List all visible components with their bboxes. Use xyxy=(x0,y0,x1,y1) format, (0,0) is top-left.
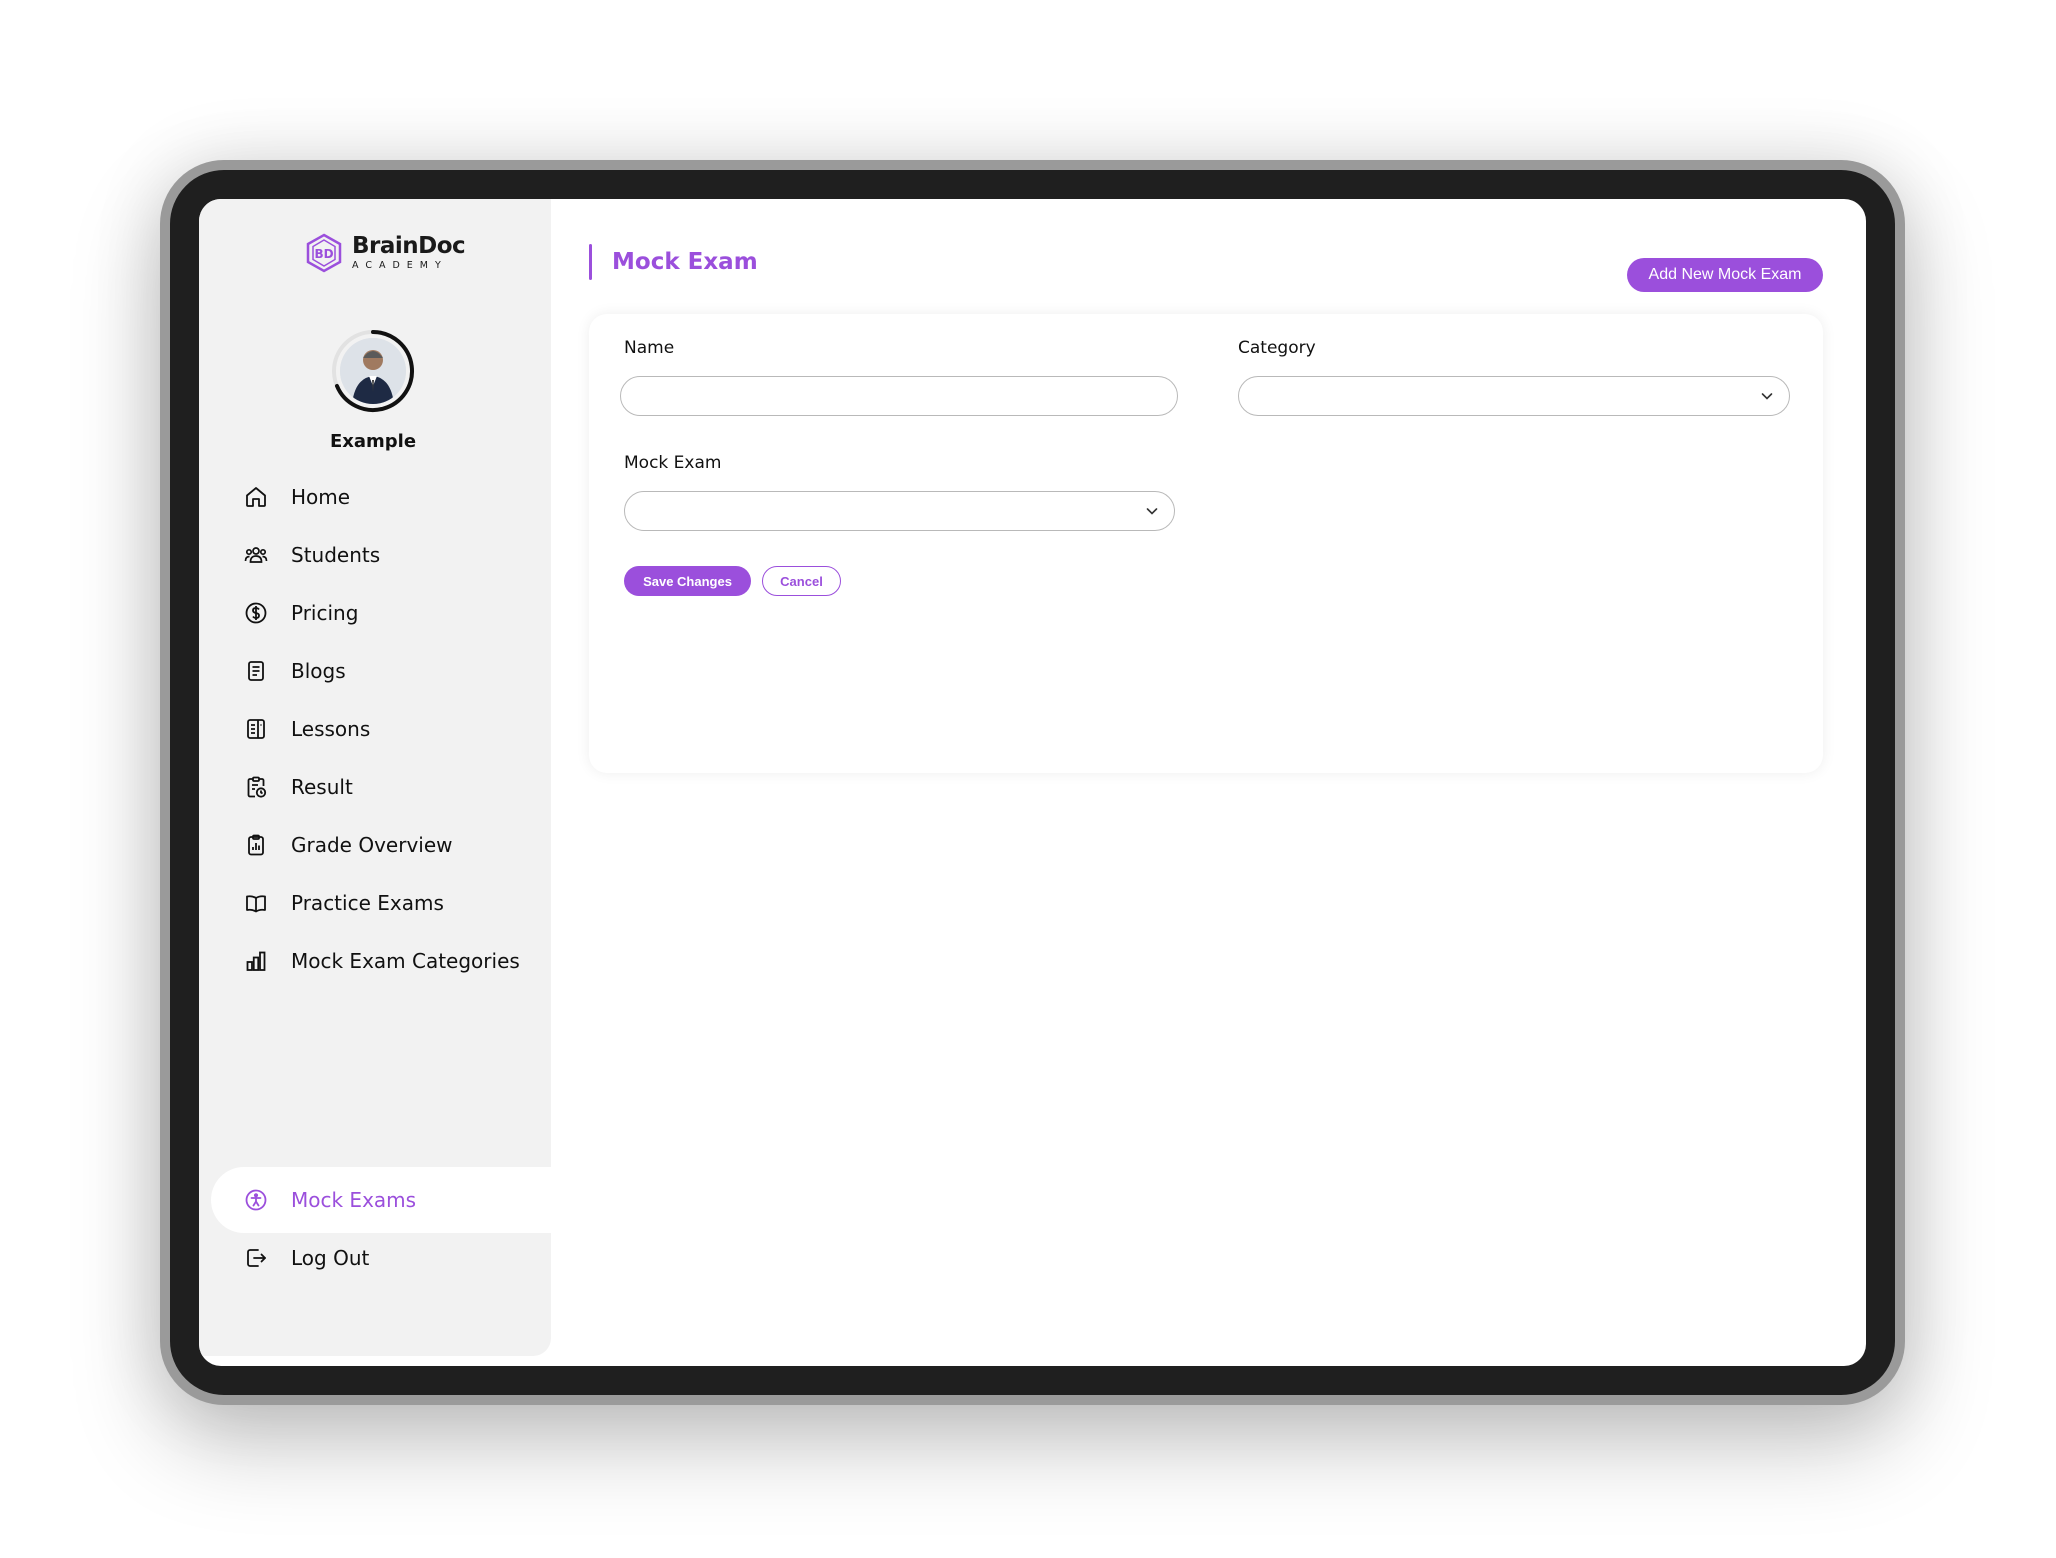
page-header: Mock Exam xyxy=(589,244,758,280)
name-input[interactable] xyxy=(620,376,1178,416)
sidebar-item-mock-exam-categories[interactable]: Mock Exam Categories xyxy=(243,939,543,983)
sidebar-item-label: Grade Overview xyxy=(291,833,453,857)
sidebar-item-label: Practice Exams xyxy=(291,891,444,915)
braindoc-logo-icon: BD xyxy=(306,233,342,273)
sidebar-item-home[interactable]: Home xyxy=(243,475,543,519)
app-screen: BD BrainDoc ACADEMY Example Home Student… xyxy=(199,199,1866,1366)
user-name: Example xyxy=(329,431,417,452)
sidebar-item-mock-exams[interactable]: Mock Exams xyxy=(243,1178,543,1222)
sidebar-item-result[interactable]: Result xyxy=(243,765,543,809)
brand-subtitle: ACADEMY xyxy=(352,260,448,272)
book-list-icon xyxy=(243,716,269,742)
mock-exam-select[interactable] xyxy=(624,491,1175,531)
add-new-mock-exam-button[interactable]: Add New Mock Exam xyxy=(1627,258,1823,292)
mock-exam-label: Mock Exam xyxy=(624,453,722,473)
sidebar-item-practice-exams[interactable]: Practice Exams xyxy=(243,881,543,925)
home-icon xyxy=(243,484,269,510)
sidebar-item-log-out[interactable]: Log Out xyxy=(243,1236,543,1280)
sidebar-item-grade-overview[interactable]: Grade Overview xyxy=(243,823,543,867)
sidebar-item-label: Result xyxy=(291,775,353,799)
open-book-icon xyxy=(243,890,269,916)
brand-name: BrainDoc xyxy=(352,233,466,260)
mock-exam-form: Name Category Mock Exam Save Changes Can… xyxy=(589,314,1823,773)
chevron-down-icon xyxy=(1761,393,1773,400)
brand-logo[interactable]: BD BrainDoc ACADEMY xyxy=(304,233,466,273)
sidebar-item-label: Blogs xyxy=(291,659,346,683)
chevron-down-icon xyxy=(1146,508,1158,515)
sidebar-item-label: Mock Exams xyxy=(291,1188,417,1212)
sidebar-item-lessons[interactable]: Lessons xyxy=(243,707,543,751)
svg-text:BD: BD xyxy=(314,247,333,261)
sidebar-item-label: Log Out xyxy=(291,1246,370,1270)
accessibility-icon xyxy=(243,1187,269,1213)
sidebar-item-pricing[interactable]: Pricing xyxy=(243,591,543,635)
sidebar-item-blogs[interactable]: Blogs xyxy=(243,649,543,693)
save-changes-button[interactable]: Save Changes xyxy=(624,566,751,596)
header-accent-bar xyxy=(589,244,592,280)
users-icon xyxy=(243,542,269,568)
person-icon xyxy=(340,338,406,404)
category-select[interactable] xyxy=(1238,376,1790,416)
sidebar-item-label: Mock Exam Categories xyxy=(291,949,520,973)
page-title: Mock Exam xyxy=(612,249,758,275)
dollar-circle-icon xyxy=(243,600,269,626)
category-label: Category xyxy=(1238,338,1316,358)
device-frame: BD BrainDoc ACADEMY Example Home Student… xyxy=(160,160,1905,1405)
cancel-button[interactable]: Cancel xyxy=(762,566,841,596)
sidebar-item-label: Lessons xyxy=(291,717,371,741)
avatar[interactable] xyxy=(331,329,415,413)
sidebar-item-label: Pricing xyxy=(291,601,359,625)
clipboard-clock-icon xyxy=(243,774,269,800)
avatar-photo xyxy=(340,338,406,404)
sidebar-item-label: Students xyxy=(291,543,381,567)
sidebar-item-label: Home xyxy=(291,485,351,509)
logout-icon xyxy=(243,1245,269,1271)
name-label: Name xyxy=(624,338,675,358)
document-icon xyxy=(243,658,269,684)
clipboard-chart-icon xyxy=(243,832,269,858)
sidebar-item-students[interactable]: Students xyxy=(243,533,543,577)
bar-chart-icon xyxy=(243,948,269,974)
